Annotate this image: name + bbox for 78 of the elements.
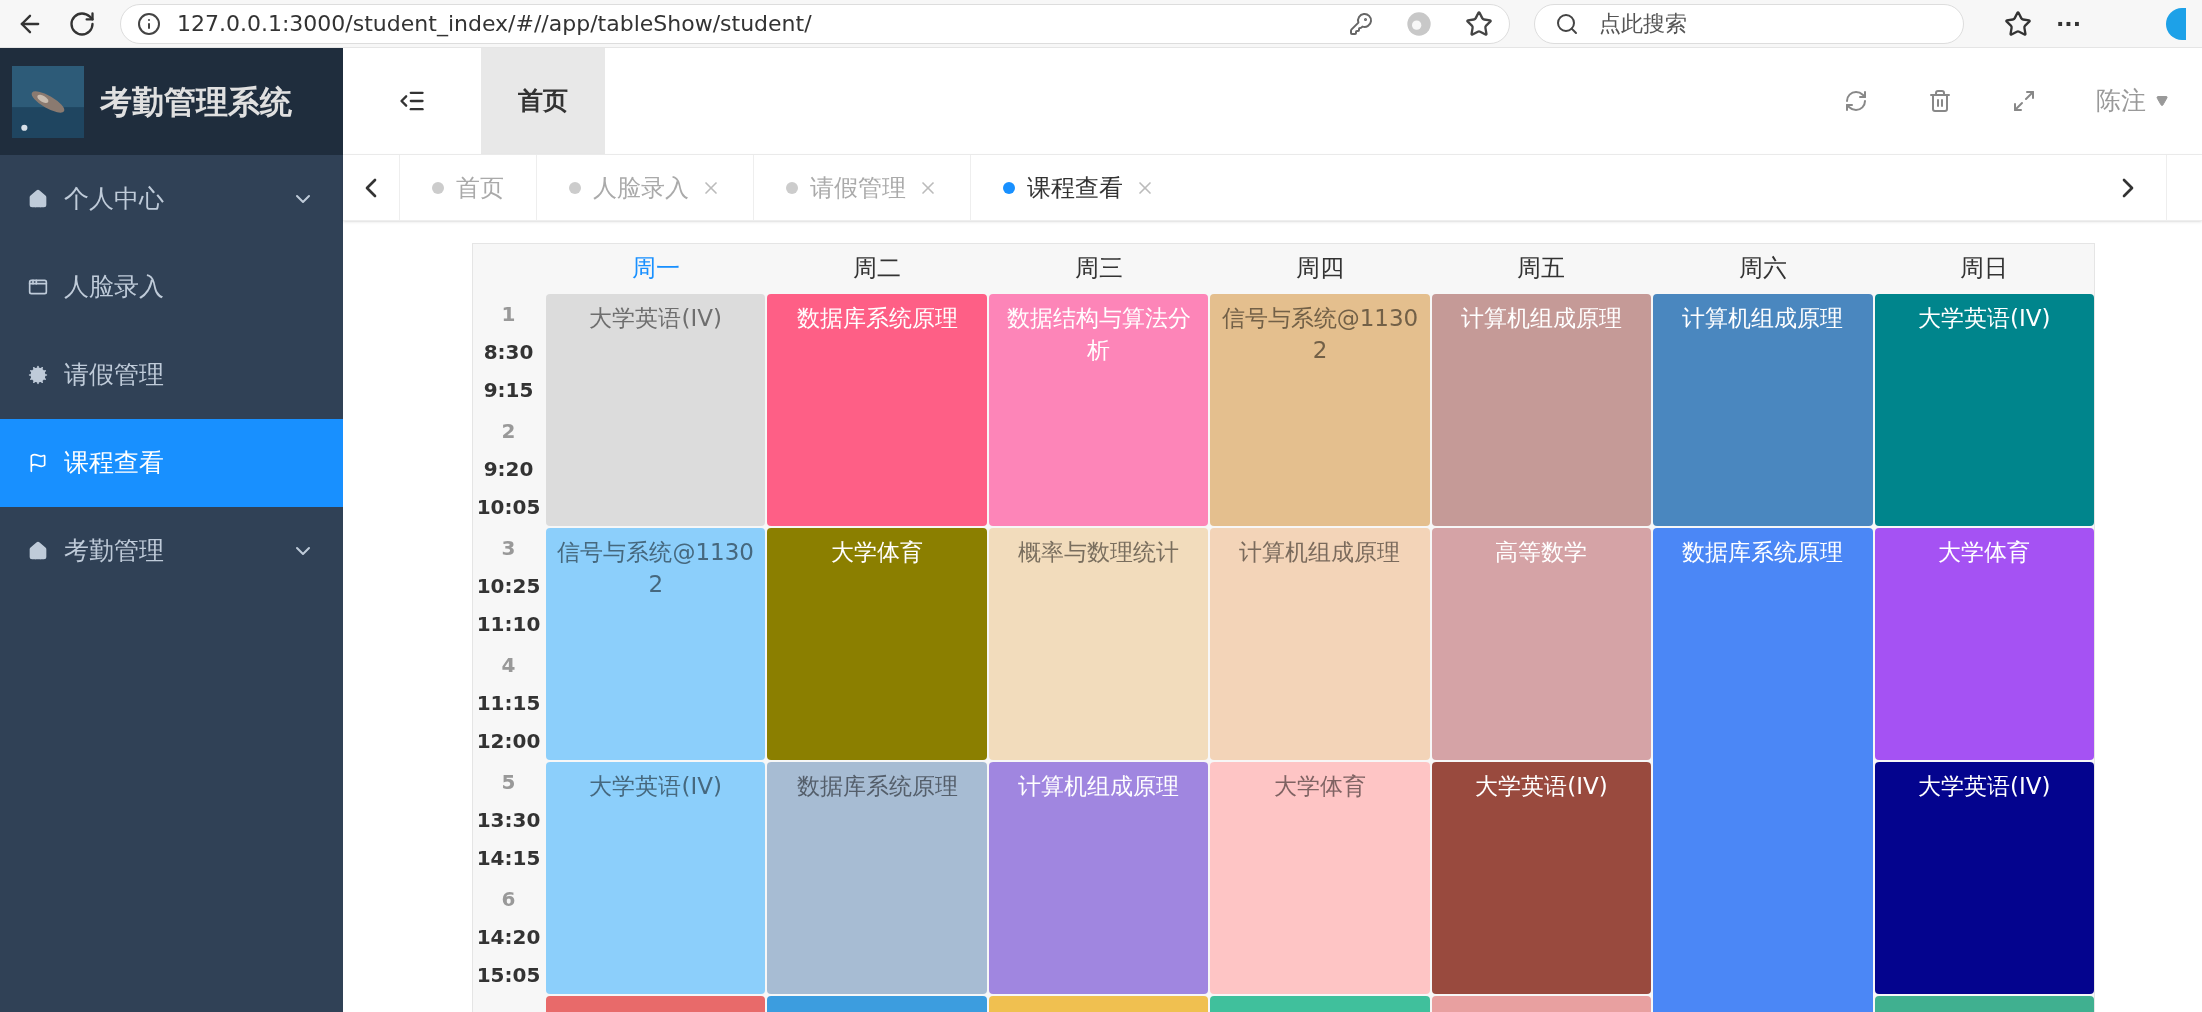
sidebar-item[interactable]: 课程查看	[0, 419, 343, 507]
flag-icon	[28, 453, 48, 473]
course-card[interactable]: 高等数学	[1431, 528, 1652, 760]
end-time: 12:00	[476, 727, 541, 755]
caret-icon	[2154, 95, 2170, 107]
course-card[interactable]: 概率与数理统计	[988, 528, 1209, 760]
course-card[interactable]: 大学英语(IV)	[1874, 294, 2094, 526]
start-time: 14:20	[476, 923, 541, 951]
star-icon[interactable]	[1465, 9, 1493, 38]
course-card[interactable]: 大学英语(IV)	[546, 762, 766, 994]
course-card[interactable]: 计算机组成原理	[988, 762, 1209, 994]
header-nav-tab[interactable]: 首页	[481, 48, 605, 154]
period-number: 6	[501, 885, 516, 913]
start-time: 13:30	[476, 806, 541, 834]
search-field[interactable]: 点此搜索	[1534, 3, 1964, 44]
course-card[interactable]: 大学体育	[1874, 528, 2094, 760]
day-header: 周五	[1516, 253, 1567, 284]
search-icon	[1555, 11, 1579, 36]
sidebar-item[interactable]: 人脸录入	[0, 243, 343, 331]
course-card[interactable]: 数据库系统原理	[767, 762, 987, 994]
home-icon	[28, 189, 48, 209]
start-time: 10:25	[476, 572, 541, 600]
course-card[interactable]: 大学体育	[1210, 762, 1430, 994]
day-header: 周日	[1959, 253, 2010, 284]
home-icon	[28, 541, 48, 561]
trash-icon[interactable]	[1928, 89, 1952, 113]
key-icon[interactable]	[1349, 11, 1373, 36]
start-time: 9:20	[483, 455, 534, 483]
more-menu[interactable]: ···	[2056, 7, 2082, 40]
url-text: 127.0.0.1:3000/student_index/#//app/tableShow/student/	[177, 10, 813, 39]
period-number: 3	[501, 534, 516, 562]
end-time: 15:05	[476, 961, 541, 989]
period-number: 2	[501, 417, 516, 445]
day-header: 周三	[1073, 253, 1124, 284]
page-tab[interactable]: 课程查看	[970, 155, 1187, 220]
period-number: 5	[501, 768, 516, 796]
user-menu[interactable]: 陈注	[2096, 82, 2170, 120]
course-card[interactable]: 数据库系统原理	[767, 294, 987, 526]
period-number: 1	[501, 300, 516, 328]
course-card[interactable]: 数据结构与算法分析	[988, 294, 1209, 526]
course-card[interactable]: 信号与系统@11302	[1210, 294, 1430, 526]
course-card[interactable]: 大学英语(IV)	[1431, 762, 1652, 994]
address-bar[interactable]: 127.0.0.1:3000/student_index/#//app/tableShow/student/	[120, 3, 1510, 44]
course-card[interactable]: 大学体育	[767, 528, 987, 760]
page-tab[interactable]: 人脸录入	[536, 155, 753, 220]
refresh-icon[interactable]	[1844, 89, 1868, 113]
favorites-icon[interactable]	[2004, 9, 2032, 38]
start-time: 11:15	[476, 689, 541, 717]
end-time: 9:15	[483, 376, 534, 404]
fullscreen-icon[interactable]	[2012, 89, 2036, 113]
day-header: 周一	[630, 253, 681, 284]
sidebar-item[interactable]: 考勤管理	[0, 507, 343, 595]
end-time: 10:05	[476, 493, 541, 521]
course-card[interactable]: 大学英语(IV)	[546, 294, 766, 526]
course-card[interactable]: 信号与系统@11302	[546, 528, 766, 760]
course-card[interactable]: 计算机组成原理	[1210, 528, 1430, 760]
app-title: 考勤管理系统	[100, 81, 292, 123]
profile-icon[interactable]	[2166, 7, 2186, 40]
page-tab[interactable]: 首页	[399, 155, 536, 220]
window-icon	[28, 277, 48, 297]
course-card[interactable]: 计算机组成原理	[1431, 294, 1652, 526]
day-header: 周六	[1737, 253, 1788, 284]
sidebar-item[interactable]: 请假管理	[0, 331, 343, 419]
day-header: 周四	[1295, 253, 1345, 284]
settings-icon	[28, 365, 48, 385]
sidebar-item[interactable]: 个人中心	[0, 155, 343, 243]
search-input[interactable]: 点此搜索	[1599, 7, 1899, 40]
course-card[interactable]: 计算机组成原理	[1653, 294, 1873, 526]
course-card[interactable]: 数据库系统原理	[1653, 528, 1873, 1012]
start-time: 8:30	[483, 338, 534, 366]
course-card[interactable]: 大学英语(IV)	[1874, 762, 2094, 994]
end-time: 14:15	[476, 844, 541, 872]
info-icon[interactable]	[137, 11, 161, 36]
end-time: 11:10	[476, 610, 541, 638]
page-tab[interactable]: 请假管理	[753, 155, 970, 220]
reload-icon[interactable]	[68, 9, 96, 38]
period-number: 4	[501, 651, 516, 679]
day-header: 周二	[852, 253, 903, 284]
